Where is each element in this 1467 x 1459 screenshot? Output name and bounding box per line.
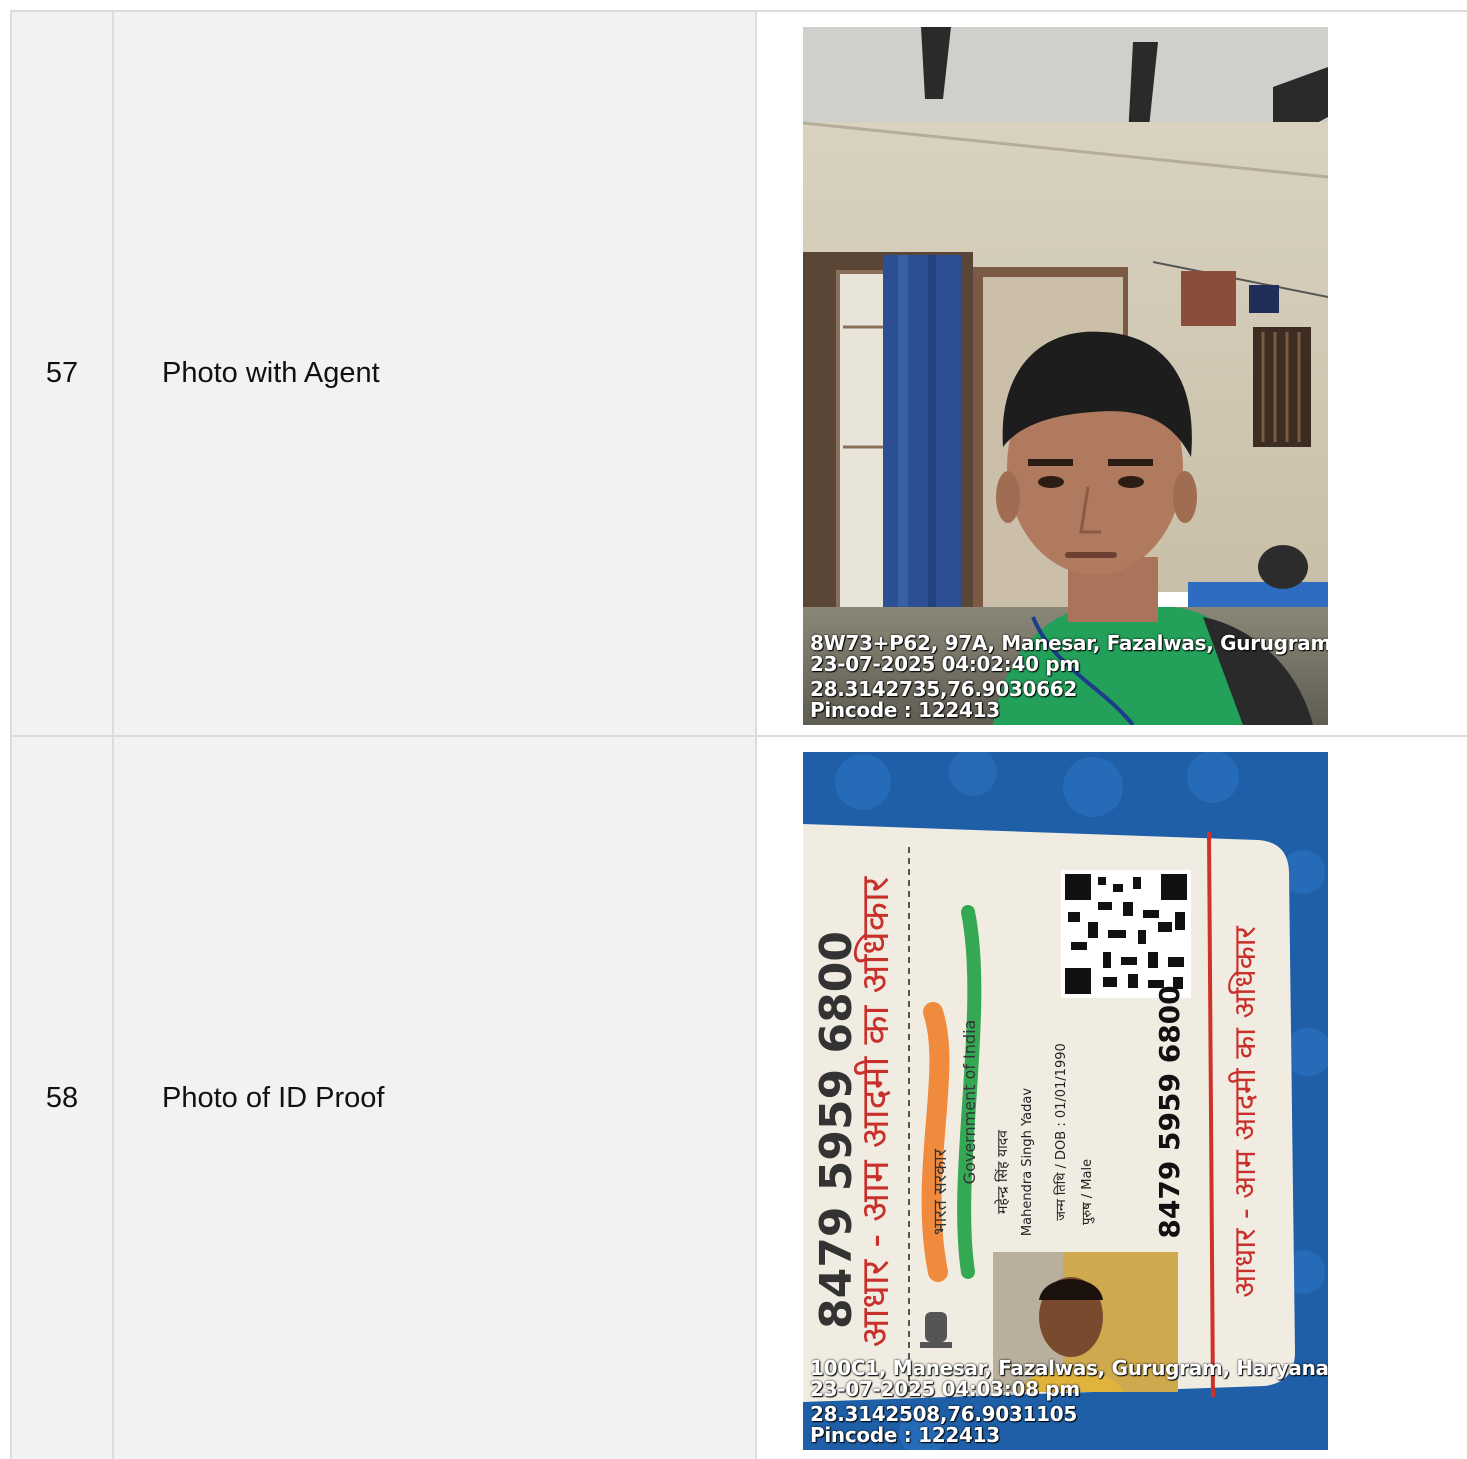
card-number-main: 8479 5959 6800: [1153, 985, 1186, 1238]
card-tagline-top: आधार - आम आदमी का अधिकार: [853, 875, 897, 1347]
card-dob: जन्म तिथि / DOB : 01/01/1990: [1053, 1043, 1069, 1221]
stamp-coords: 28.3142508,76.9031105: [810, 1402, 1077, 1426]
stamp-address: 100C1, Manesar, Fazalwas, Gurugram, Hary…: [810, 1356, 1328, 1380]
card-name-english: Mahendra Singh Yadav: [1020, 1088, 1035, 1236]
id-card-photo-icon: 8479 5959 6800 आधार - आम आदमी का अधिकार …: [803, 752, 1328, 1450]
geo-stamp: 100C1, Manesar, Fazalwas, Gurugram, Hary…: [810, 1358, 1328, 1446]
card-tagline-bottom: आधार - आम आदमी का अधिकार: [1228, 925, 1263, 1297]
geo-stamp: 8W73+P62, 97A, Manesar, Fazalwas, Gurugr…: [810, 633, 1328, 721]
row-label: Photo of ID Proof: [112, 737, 755, 1459]
row-label: Photo with Agent: [112, 12, 755, 735]
row-number: 57: [10, 12, 112, 735]
stamp-datetime: 23-07-2025 04:02:40 pm: [810, 652, 1080, 676]
stamp-coords: 28.3142735,76.9030662: [810, 677, 1077, 701]
document-table: 57 Photo with Agent 8W73+P62, 97A, Manes…: [10, 10, 1467, 1459]
photo-cell: 8W73+P62, 97A, Manesar, Fazalwas, Gurugr…: [755, 12, 1467, 735]
stamp-pincode: Pincode : 122413: [810, 1423, 1000, 1447]
row-number: 58: [10, 737, 112, 1459]
agent-selfie-photo: 8W73+P62, 97A, Manesar, Fazalwas, Gurugr…: [803, 27, 1328, 725]
table-row: 58 Photo of ID Proof 8479 5959 6800 आधार…: [10, 737, 1467, 1459]
table-row: 57 Photo with Agent 8W73+P62, 97A, Manes…: [10, 12, 1467, 737]
selfie-photo-icon: [803, 27, 1328, 725]
stamp-pincode: Pincode : 122413: [810, 698, 1000, 722]
stamp-address: 8W73+P62, 97A, Manesar, Fazalwas, Gurugr…: [810, 631, 1328, 655]
card-gov-hindi: भारत सरकार: [930, 1148, 951, 1235]
card-gov-english: Government of India: [960, 1020, 979, 1185]
stamp-datetime: 23-07-2025 04:03:08 pm: [810, 1377, 1080, 1401]
card-name-hindi: महेन्द्र सिंह यादव: [994, 1130, 1011, 1214]
photo-cell: 8479 5959 6800 आधार - आम आदमी का अधिकार …: [755, 737, 1467, 1459]
id-proof-photo: 8479 5959 6800 आधार - आम आदमी का अधिकार …: [803, 752, 1328, 1450]
card-gender: पुरुष / Male: [1080, 1159, 1095, 1225]
